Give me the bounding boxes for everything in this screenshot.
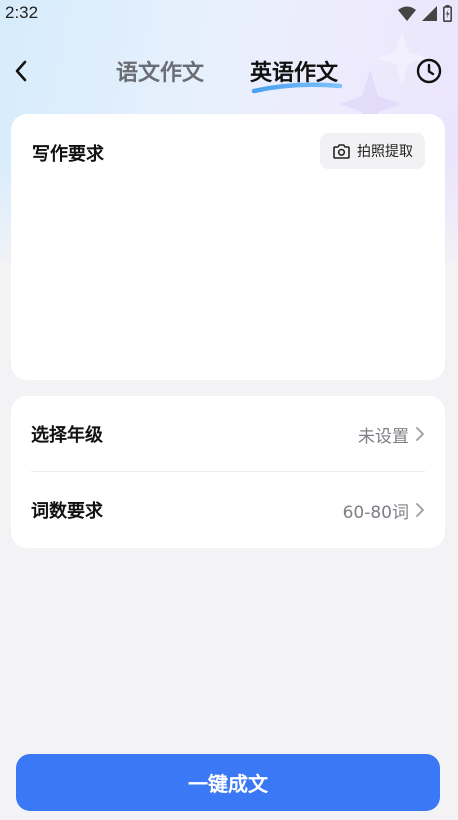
grade-select-row[interactable]: 选择年级 未设置 [31, 396, 425, 472]
generate-essay-button[interactable]: 一键成文 [16, 754, 440, 811]
wifi-icon [398, 6, 416, 21]
back-arrow-icon [15, 60, 27, 82]
signal-icon [422, 5, 437, 21]
grade-value-group: 未设置 [358, 422, 425, 447]
battery-icon [443, 4, 452, 22]
photo-extract-button[interactable]: 拍照提取 [320, 133, 425, 169]
status-bar: 2:32 [0, 0, 458, 28]
word-count-value: 60-80词 [342, 502, 409, 523]
active-tab-indicator [251, 82, 343, 94]
essay-settings-card: 选择年级 未设置 词数要求 60-80词 [11, 396, 445, 548]
status-time: 2:32 [5, 3, 39, 22]
chevron-right-icon [416, 427, 424, 441]
history-button[interactable] [414, 56, 444, 86]
writing-requirements-card: 写作要求 拍照提取 [11, 114, 445, 380]
writing-requirements-title: 写作要求 [32, 144, 104, 165]
grade-label: 选择年级 [31, 425, 103, 446]
history-clock-icon [416, 58, 442, 84]
header: 语文作文 英语作文 [0, 50, 458, 94]
tab-chinese-essay[interactable]: 语文作文 [116, 55, 204, 87]
chevron-right-icon [416, 503, 424, 517]
grade-value: 未设置 [358, 426, 409, 447]
camera-icon [333, 143, 350, 159]
word-count-value-group: 60-80词 [343, 498, 425, 523]
writing-requirements-input[interactable] [31, 178, 429, 366]
back-button[interactable] [8, 56, 34, 86]
status-icons [398, 4, 452, 22]
word-count-label: 词数要求 [31, 501, 103, 522]
photo-extract-label: 拍照提取 [357, 144, 413, 160]
word-count-row[interactable]: 词数要求 60-80词 [31, 472, 425, 548]
